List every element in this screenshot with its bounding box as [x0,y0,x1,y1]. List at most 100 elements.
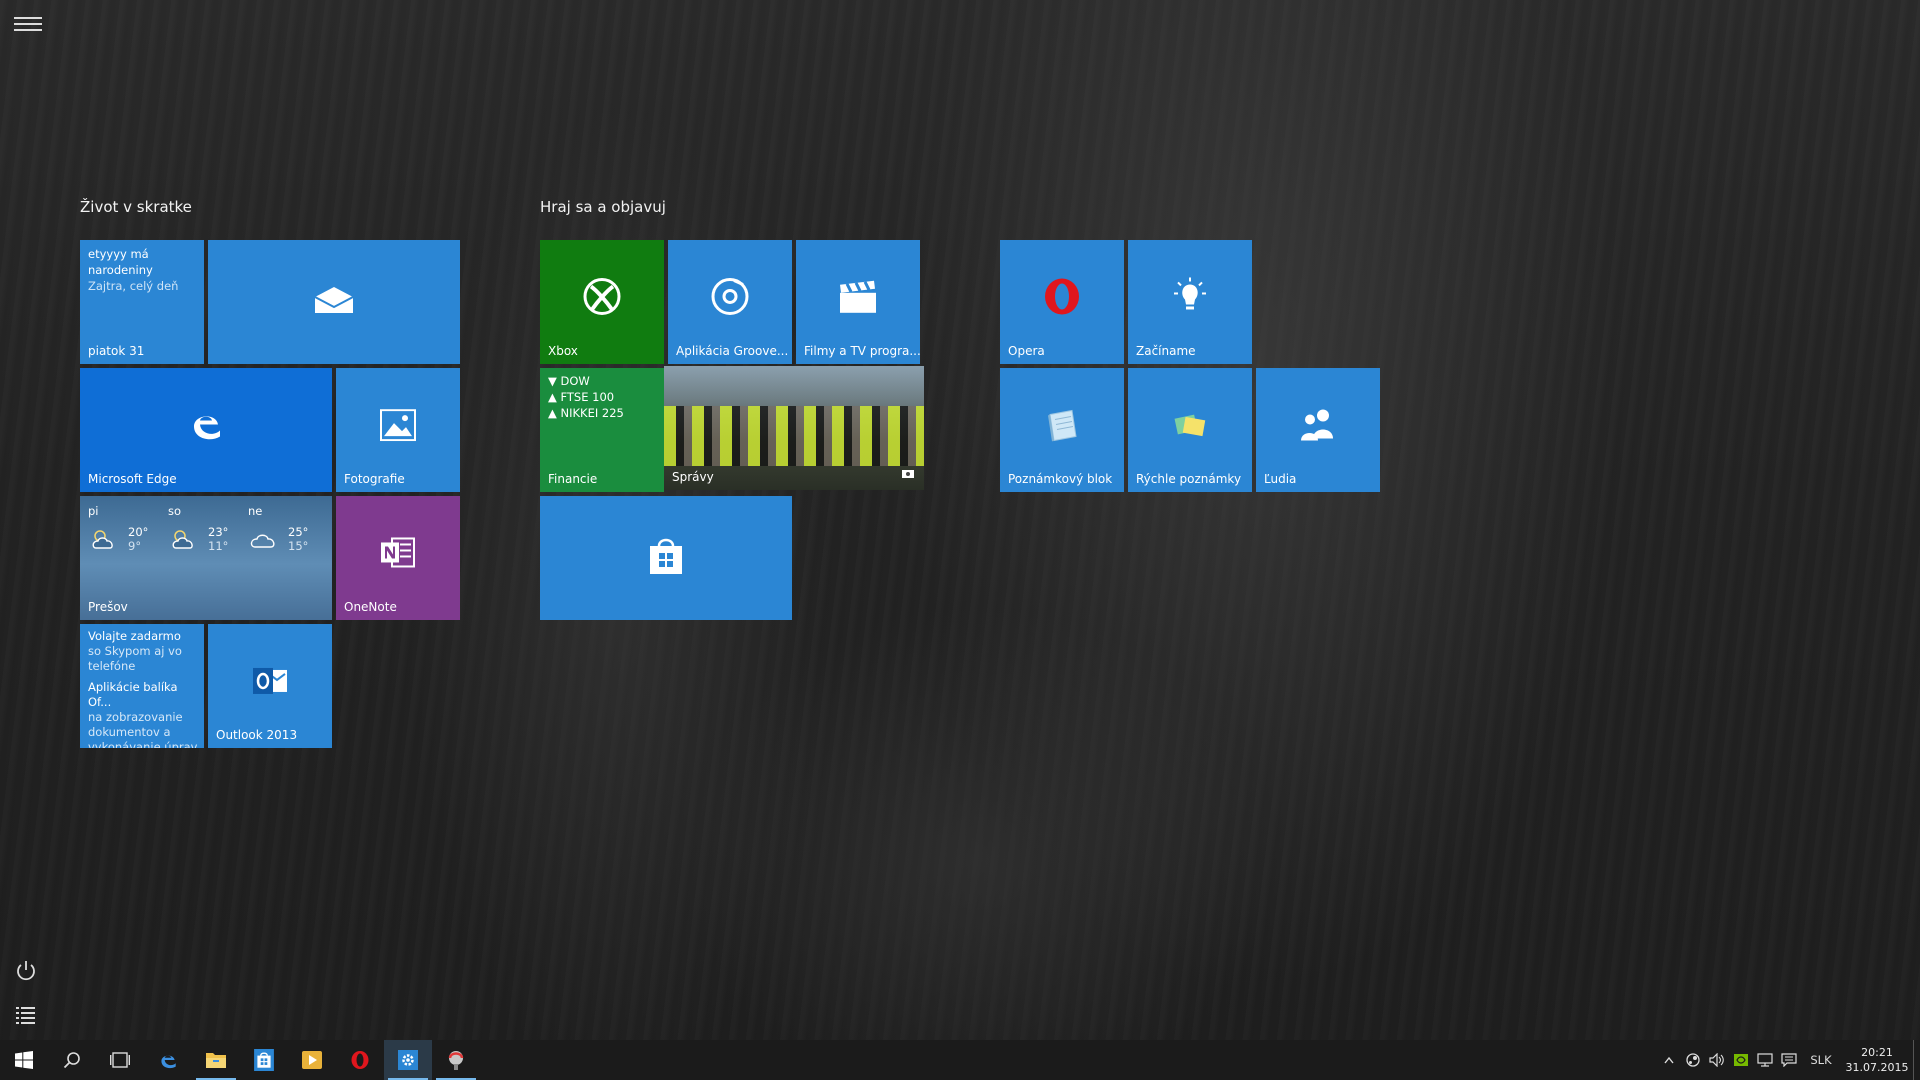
weather-low: 9° [128,539,142,553]
people-tile-label: Ľudia [1264,472,1297,486]
skype-promo-title: Volajte zadarmo [88,629,181,643]
sticky-notes-tile-label: Rýchle poznámky [1136,472,1242,486]
weather-high: 25° [288,525,309,539]
settings-icon [398,1050,418,1070]
opera-tile-label: Opera [1008,344,1045,358]
opera-tile[interactable]: Opera [1000,240,1124,364]
get-office-tile[interactable]: Volajte zadarmo so Skypom aj vo telefóne… [80,624,204,748]
outlook-icon [251,664,289,702]
mail-icon [313,285,355,319]
photos-tile[interactable]: Fotografie [336,368,460,492]
file-explorer-icon [206,1053,226,1068]
weather-high: 23° [208,525,229,539]
finance-index-nikkei: ▲ NIKKEI 225 [548,406,624,420]
input-language-button[interactable]: SLK [1801,1040,1841,1080]
weather-day-name: so [168,504,182,518]
outlook-tile[interactable]: Outlook 2013 [208,624,332,748]
network-tray-button[interactable] [1753,1040,1777,1080]
xbox-icon [582,276,622,320]
sticky-notes-tile[interactable]: Rýchle poznámky [1128,368,1252,492]
weather-high: 20° [128,525,149,539]
onenote-tile[interactable]: OneNote [336,496,460,620]
store-icon [254,1049,274,1071]
movies-tv-tile[interactable]: Filmy a TV progra... [796,240,920,364]
weather-day-name: pi [88,504,99,518]
weather-location-label: Prešov [88,600,128,614]
system-tray: SLK 20:21 31.07.2015 [1657,1040,1920,1080]
skype-promo-body: so Skypom aj vo telefóne [88,644,182,673]
network-icon [1757,1053,1773,1067]
windows-logo-icon [15,1051,33,1069]
weather-tile[interactable]: pi so ne 20° 9° 23° 11° 25° 15° Prešov [80,496,332,620]
get-started-tile[interactable]: Začíname [1128,240,1252,364]
steam-tray-button[interactable] [1681,1040,1705,1080]
hamburger-menu-button[interactable] [14,14,42,34]
photos-tile-label: Fotografie [344,472,405,486]
finance-tile[interactable]: ▼ DOW ▲ FTSE 100 ▲ NIKKEI 225 Financie [540,368,664,492]
group-title-play: Hraj sa a objavuj [540,198,666,216]
finance-tile-label: Financie [548,472,598,486]
power-icon[interactable] [13,958,39,984]
calendar-event-time: Zajtra, celý deň [88,279,179,293]
volume-tray-button[interactable] [1705,1040,1729,1080]
mail-tile[interactable] [208,240,460,364]
news-tile[interactable]: Správy [664,366,924,490]
people-tile[interactable]: Ľudia [1256,368,1380,492]
groove-tile-label: Aplikácia Groove... [676,344,789,358]
weather-low: 15° [288,539,309,553]
store-icon [648,536,684,580]
store-tile[interactable] [540,496,792,620]
show-desktop-button[interactable] [1913,1040,1920,1080]
edge-icon [161,1055,176,1069]
taskbar-edge-button[interactable] [144,1040,192,1080]
xbox-tile[interactable]: Xbox [540,240,664,364]
calendar-event-name: etyyyy má [88,247,149,261]
start-button[interactable] [0,1040,48,1080]
chevron-up-icon [1664,1056,1674,1064]
partly-sunny-icon [88,526,124,556]
clapperboard-icon [838,279,878,319]
taskbar-file-explorer-button[interactable] [192,1040,240,1080]
media-player-icon [302,1051,322,1069]
notification-icon [1781,1053,1797,1067]
xbox-tile-label: Xbox [548,344,578,358]
groove-tile[interactable]: Aplikácia Groove... [668,240,792,364]
nvidia-icon [1734,1054,1748,1066]
news-photo [664,406,924,466]
taskbar-settings-button[interactable] [384,1040,432,1080]
taskbar-store-button[interactable] [240,1040,288,1080]
taskbar-app-button[interactable] [432,1040,480,1080]
notepad-icon [1042,404,1082,448]
gpu-tray-button[interactable] [1729,1040,1753,1080]
edge-tile[interactable]: Microsoft Edge [80,368,332,492]
show-hidden-icons-button[interactable] [1657,1040,1681,1080]
action-center-button[interactable] [1777,1040,1801,1080]
steam-icon [1686,1053,1700,1067]
search-button[interactable] [48,1040,96,1080]
taskbar-opera-button[interactable] [336,1040,384,1080]
get-started-tile-label: Začíname [1136,344,1196,358]
calendar-event-detail: narodeniny [88,263,153,277]
edge-icon [186,404,226,448]
all-apps-icon[interactable] [13,1002,39,1028]
outlook-tile-label: Outlook 2013 [216,728,298,742]
clock[interactable]: 20:21 31.07.2015 [1841,1045,1913,1075]
notepad-tile-label: Poznámkový blok [1008,472,1113,486]
group-title-life: Život v skratke [80,198,192,216]
search-icon [63,1052,80,1069]
speaker-icon [1709,1053,1724,1067]
taskbar-media-player-button[interactable] [288,1040,336,1080]
notepad-tile[interactable]: Poznámkový blok [1000,368,1124,492]
edge-tile-label: Microsoft Edge [88,472,177,486]
partly-sunny-icon [168,526,204,556]
weather-low: 11° [208,539,229,553]
sticky-notes-icon [1170,404,1210,448]
finance-index-dow: ▼ DOW [548,374,590,388]
task-view-button[interactable] [96,1040,144,1080]
calendar-date-label: piatok 31 [88,344,145,358]
app-icon [448,1051,464,1070]
photos-icon [380,409,416,445]
weather-day-name: ne [248,504,263,518]
calendar-tile[interactable]: etyyyy má narodeniny Zajtra, celý deň pi… [80,240,204,364]
movies-tv-tile-label: Filmy a TV progra... [804,344,920,358]
